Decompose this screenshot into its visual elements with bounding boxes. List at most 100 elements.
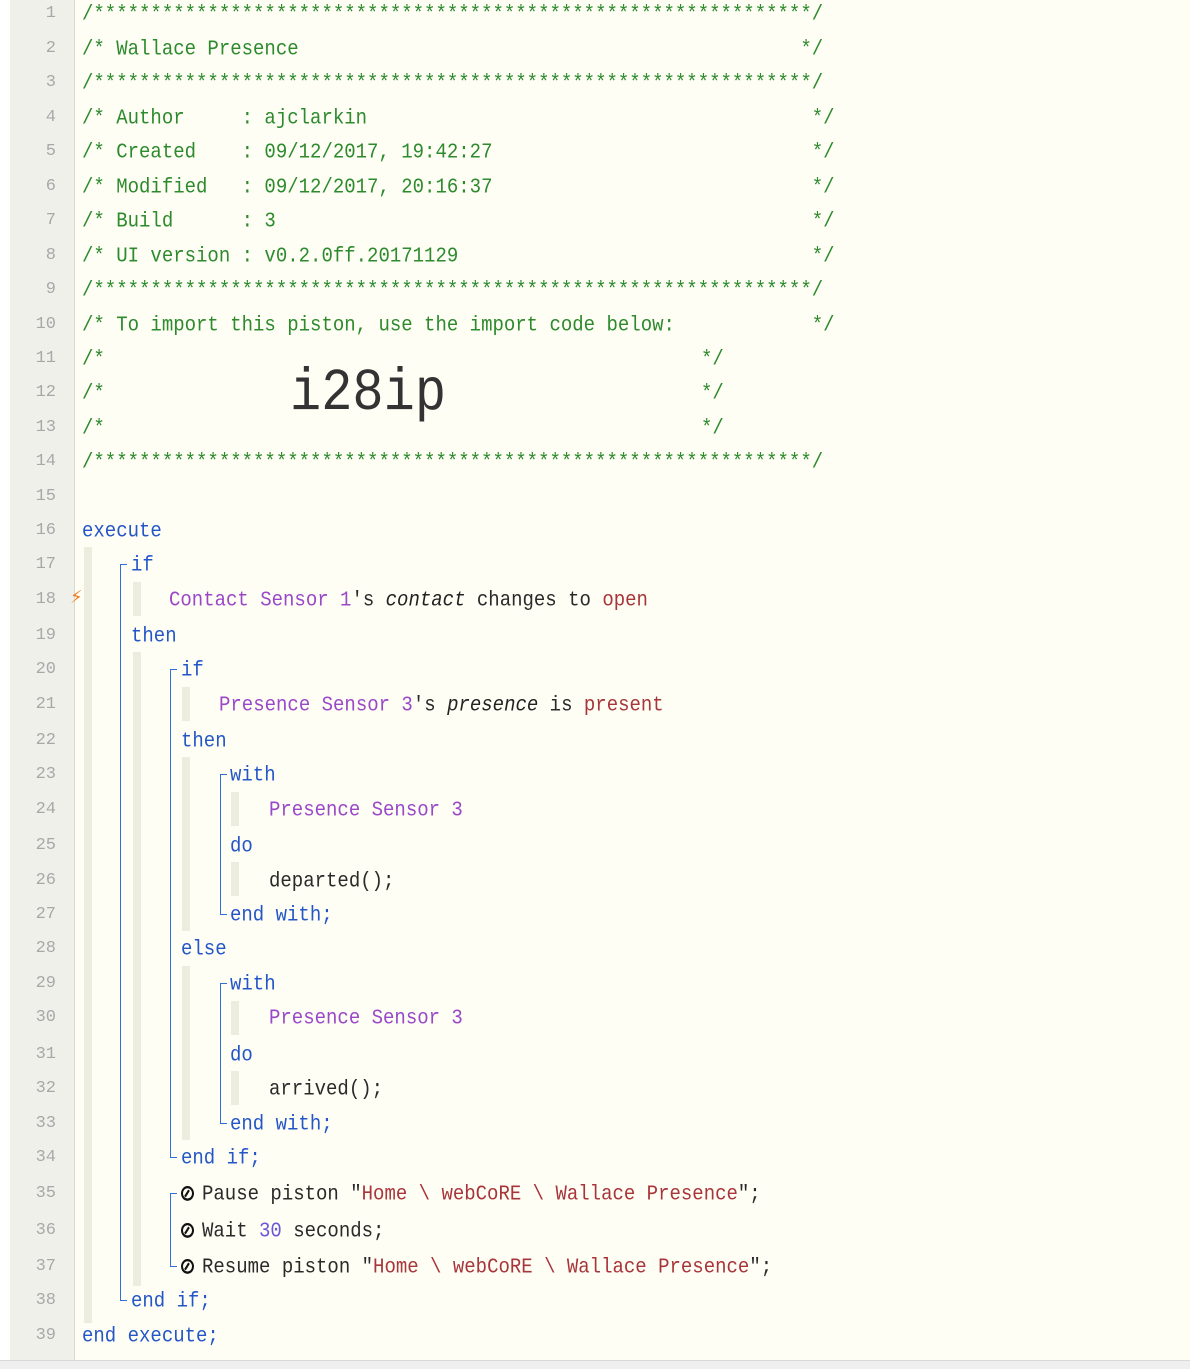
line-number: 32 xyxy=(35,1079,56,1098)
else-keyword: else xyxy=(181,936,227,962)
header-title: /* Wallace Presence */ xyxy=(82,36,824,62)
header-created: /* Created : 09/12/2017, 19:42:27 */ xyxy=(82,139,835,165)
inner-if-bracket xyxy=(170,669,171,1157)
line-number: 28 xyxy=(35,939,56,958)
with1-do-guide xyxy=(231,862,239,896)
line-number: 25 xyxy=(35,836,56,855)
line-number: 18 xyxy=(35,590,56,609)
clock-icon xyxy=(181,1259,194,1274)
header-ui-version: /* UI version : v0.2.0ff.20171129 */ xyxy=(82,243,835,269)
command-departed[interactable]: departed(); xyxy=(269,867,394,894)
with-device[interactable]: Presence Sensor 3 xyxy=(269,1004,463,1031)
line-number: 15 xyxy=(35,487,56,506)
line-number: 8 xyxy=(45,246,56,265)
line-number: 30 xyxy=(35,1008,56,1027)
inner-if-condition-guide xyxy=(182,687,190,721)
line-number: 5 xyxy=(45,142,56,161)
end-if-keyword: end if; xyxy=(181,1145,261,1171)
line-number: 13 xyxy=(35,418,56,437)
outer-if-bracket xyxy=(120,564,121,1300)
line-number: 3 xyxy=(45,73,56,92)
header-build: /* Build : 3 */ xyxy=(82,208,835,234)
do-keyword: do xyxy=(230,1042,253,1068)
clock-icon xyxy=(181,1186,194,1201)
header-blank-close: */ xyxy=(701,380,724,406)
clock-icon xyxy=(181,1223,194,1238)
end-with-keyword: end with; xyxy=(230,902,333,928)
end-if-keyword: end if; xyxy=(131,1288,211,1314)
line-number: 29 xyxy=(35,974,56,993)
line-number-gutter: 1 2 3 4 5 6 7 8 9 10 11 12 13 14 15 16 17 18 19 20 21 22 23 24 2… xyxy=(10,0,83,1360)
command-arrived[interactable]: arrived(); xyxy=(269,1075,383,1102)
then-keyword: then xyxy=(131,623,177,649)
inner-else-guide xyxy=(182,966,190,1140)
inner-then-keyword: then xyxy=(181,728,227,754)
line-number: 1 xyxy=(45,4,56,23)
line-number: 19 xyxy=(35,626,56,645)
with1-device-guide xyxy=(231,792,239,826)
line-number: 23 xyxy=(35,765,56,784)
inner-then-guide xyxy=(182,757,190,931)
line-number: 22 xyxy=(35,731,56,750)
line-number: 38 xyxy=(35,1291,56,1310)
with-keyword: with xyxy=(230,762,276,788)
if-keyword: if xyxy=(131,552,154,578)
condition-contact-sensor[interactable]: Contact Sensor 1's contact changes to op… xyxy=(169,586,648,613)
line-number: 9 xyxy=(45,280,56,299)
line-number: 39 xyxy=(35,1326,56,1345)
line-number: 7 xyxy=(45,211,56,230)
line-number: 34 xyxy=(35,1148,56,1167)
line-number: 21 xyxy=(35,695,56,714)
line-number: 17 xyxy=(35,555,56,574)
with2-do-guide xyxy=(231,1071,239,1105)
statement-group-bracket xyxy=(170,1193,171,1266)
header-blank-open: /* xyxy=(82,346,105,372)
with-keyword: with xyxy=(230,971,276,997)
with1-bracket xyxy=(220,774,221,914)
line-number: 2 xyxy=(45,39,56,58)
import-code[interactable]: i28ip xyxy=(290,364,446,423)
piston-code-viewer: 1 2 3 4 5 6 7 8 9 10 11 12 13 14 15 16 17 18 19 20 21 22 23 24 2… xyxy=(0,0,1190,1360)
header-blank-close: */ xyxy=(701,346,724,372)
with2-bracket xyxy=(220,983,221,1123)
line-number: 36 xyxy=(35,1221,56,1240)
header-blank-close: */ xyxy=(701,415,724,441)
inner-if-keyword: if xyxy=(181,657,204,683)
line-number: 20 xyxy=(35,660,56,679)
do-keyword: do xyxy=(230,833,253,859)
statement-pause-piston[interactable]: Pause piston "Home \ webCoRE \ Wallace P… xyxy=(181,1180,761,1207)
line-number: 12 xyxy=(35,383,56,402)
line-number: 14 xyxy=(35,452,56,471)
condition-presence-sensor[interactable]: Presence Sensor 3's presence is present xyxy=(219,691,664,718)
with-device[interactable]: Presence Sensor 3 xyxy=(269,796,463,823)
if-condition-guide xyxy=(133,582,141,616)
header-modified: /* Modified : 09/12/2017, 20:16:37 */ xyxy=(82,174,835,200)
line-number: 37 xyxy=(35,1257,56,1276)
line-number: 6 xyxy=(45,177,56,196)
header-import-note: /* To import this piston, use the import… xyxy=(82,312,835,338)
end-with-keyword: end with; xyxy=(230,1111,333,1137)
execute-keyword: execute xyxy=(82,518,162,544)
header-author: /* Author : ajclarkin */ xyxy=(82,105,835,131)
header-border: /***************************************… xyxy=(82,449,824,475)
line-number: 35 xyxy=(35,1184,56,1203)
line-number: 31 xyxy=(35,1045,56,1064)
statement-wait[interactable]: Wait 30 seconds; xyxy=(181,1217,384,1244)
then-block-guide xyxy=(133,652,141,1286)
end-execute-keyword: end execute; xyxy=(82,1323,219,1349)
line-number: 24 xyxy=(35,800,56,819)
statement-resume-piston[interactable]: Resume piston "Home \ webCoRE \ Wallace … xyxy=(181,1253,772,1280)
line-number: 11 xyxy=(35,349,56,368)
line-number: 4 xyxy=(45,108,56,127)
header-border: /***************************************… xyxy=(82,70,824,96)
line-number: 16 xyxy=(35,521,56,540)
execute-block-guide xyxy=(84,547,92,1323)
with2-device-guide xyxy=(231,1001,239,1035)
code-area: /***************************************… xyxy=(75,0,1190,1360)
line-number: 33 xyxy=(35,1114,56,1133)
line-number: 26 xyxy=(35,871,56,890)
line-number: 10 xyxy=(35,315,56,334)
header-border: /***************************************… xyxy=(82,277,824,303)
line-number: 27 xyxy=(35,905,56,924)
header-blank-open: /* xyxy=(82,415,105,441)
